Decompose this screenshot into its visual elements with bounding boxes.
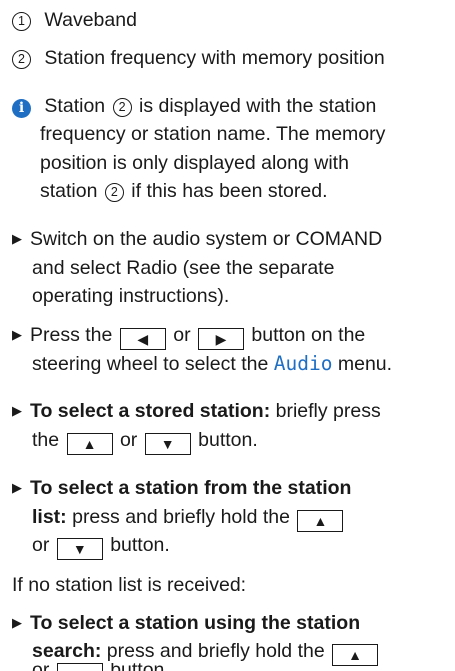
step-text: steering wheel to select the: [32, 353, 269, 375]
step-3: ▶ To select a stored station: briefly pre…: [12, 397, 381, 425]
note-line-3: position is only displayed along with: [40, 152, 349, 174]
step-heading: list:: [32, 506, 67, 528]
step-1-line-3: operating instructions).: [32, 285, 230, 307]
step-1: ▶ Switch on the audio system or COMAND: [12, 225, 382, 253]
step-2: ▶ Press the ◀ or ▶ button on the: [12, 321, 365, 350]
down-button: ▼: [144, 433, 191, 455]
legend-item-1: 1 Waveband: [10, 6, 137, 34]
up-button: ▲: [332, 644, 379, 666]
bullet-arrow-icon: ▶: [12, 231, 22, 246]
step-text: menu.: [337, 353, 393, 375]
legend-text: Waveband: [44, 9, 137, 31]
step-5-line-3: or ▼ button.: [32, 663, 170, 671]
step-heading: To select a station using the station: [30, 612, 361, 634]
right-button: ▶: [197, 328, 244, 350]
step-heading: To select a stored station:: [30, 400, 271, 422]
step-text: or: [32, 534, 50, 556]
step-text: press and briefly hold the: [72, 506, 290, 528]
callout-number: 2: [112, 98, 132, 117]
step-text: briefly press: [275, 400, 381, 422]
note-line-4: station 2 if this has been stored.: [40, 177, 328, 205]
note-text: station: [40, 180, 98, 202]
bullet-arrow-icon: ▶: [12, 615, 22, 630]
note-line-2: frequency or station name. The memory: [40, 123, 386, 145]
step-4-line-2: list: press and briefly hold the ▲: [32, 503, 345, 532]
step-3-line-2: the ▲ or ▼ button.: [32, 426, 258, 455]
note-text: if this has been stored.: [131, 180, 328, 202]
note-line-1: i Station 2 is displayed with the statio…: [12, 92, 376, 120]
step-4: ▶ To select a station from the station: [12, 474, 351, 502]
legend-text: Station frequency with memory position: [44, 47, 385, 69]
note-text: Station: [44, 95, 106, 117]
step-heading: search:: [32, 640, 102, 662]
bullet-arrow-icon: ▶: [12, 403, 22, 418]
audio-menu-label: Audio: [273, 352, 333, 375]
up-button: ▲: [66, 433, 113, 455]
step-text: or: [119, 429, 138, 451]
down-button: ▼: [56, 663, 103, 671]
step-text: button.: [110, 663, 170, 671]
callout-number: 2: [12, 50, 31, 69]
info-icon: i: [12, 99, 31, 118]
step-5-line-2: search: press and briefly hold the ▲: [32, 637, 380, 666]
callout-number: 1: [12, 12, 31, 31]
bullet-arrow-icon: ▶: [12, 480, 22, 495]
step-text: or: [32, 663, 49, 671]
step-4-line-3: or ▼ button.: [32, 531, 170, 560]
down-button: ▼: [56, 538, 103, 560]
step-text: the: [32, 429, 60, 451]
step-text: press and briefly hold the: [106, 640, 325, 662]
step-text: button.: [110, 534, 170, 556]
step-heading: To select a station from the station: [30, 477, 352, 499]
step-text: Press the: [30, 324, 113, 346]
callout-number: 2: [104, 183, 124, 202]
step-text: Switch on the audio system or COMAND: [30, 228, 383, 250]
step-text: button.: [198, 429, 258, 451]
left-button: ◀: [119, 328, 166, 350]
condition-text: If no station list is received:: [12, 574, 247, 596]
step-1-line-2: and select Radio (see the separate: [32, 257, 335, 279]
step-text: or: [173, 324, 191, 346]
note-text: is displayed with the station: [138, 95, 377, 117]
up-button: ▲: [297, 510, 344, 532]
legend-item-2: 2 Station frequency with memory position: [10, 44, 385, 72]
step-2-line-2: steering wheel to select the Audio menu.: [32, 350, 392, 378]
bullet-arrow-icon: ▶: [12, 327, 22, 342]
step-text: button on the: [251, 324, 366, 346]
step-5: ▶ To select a station using the station: [12, 609, 360, 637]
